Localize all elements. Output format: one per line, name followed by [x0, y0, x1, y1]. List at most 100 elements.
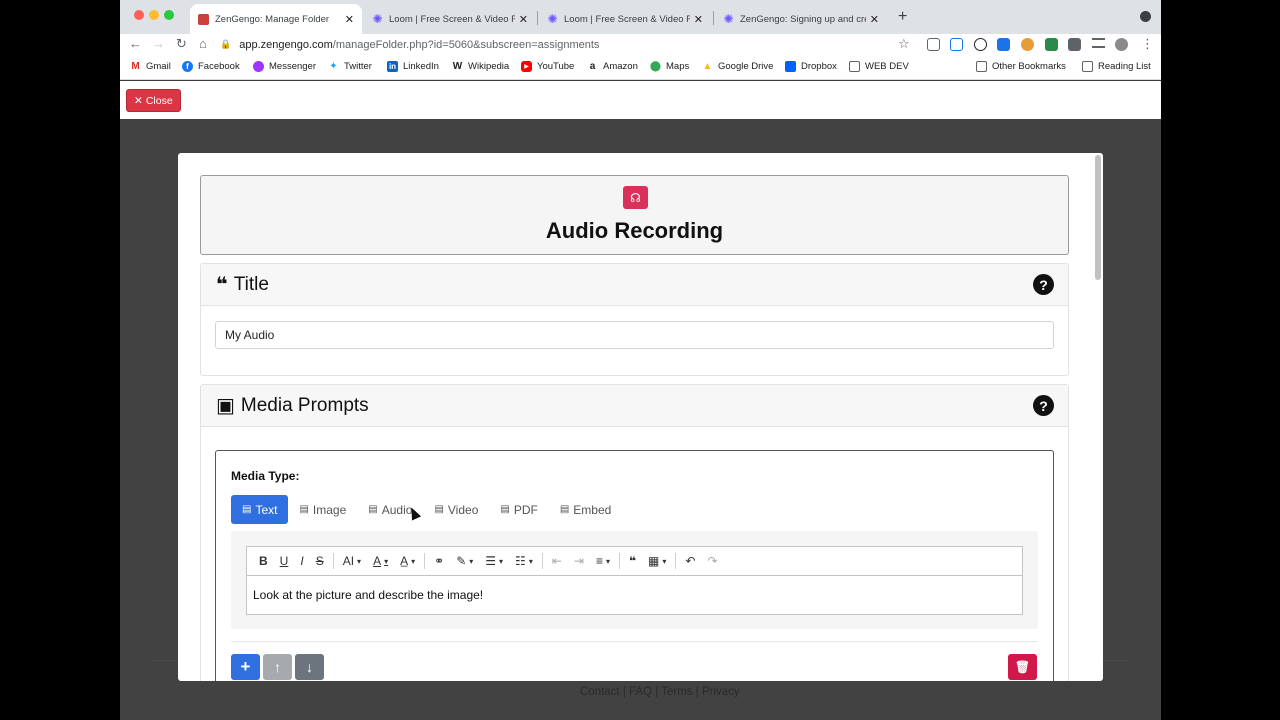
address-bar[interactable]: 🔒 app.zengengo.com/manageFolder.php?id=5…	[220, 34, 920, 55]
extension-icon[interactable]	[974, 38, 987, 51]
more-vertical-icon[interactable]: ⋮	[1141, 36, 1154, 52]
extension-icon[interactable]	[997, 38, 1010, 51]
title-section-header: ❝ Title ?	[201, 264, 1068, 306]
tab-close-icon[interactable]: ✕	[870, 13, 879, 26]
bookmark-reading-list[interactable]: Reading List	[1082, 61, 1151, 72]
file-icon: ▤	[242, 504, 252, 515]
window-minimize-control[interactable]	[149, 10, 159, 20]
media-prompts-heading: Media Prompts	[240, 394, 369, 416]
align-icon[interactable]: ≡ ▾	[590, 554, 616, 568]
url-path: /manageFolder.php?id=5060&subscreen=assi…	[332, 38, 600, 51]
bold-icon[interactable]: B	[253, 554, 274, 568]
bookmark-amazon[interactable]: a Amazon	[587, 61, 638, 72]
tab-search-icon[interactable]	[1140, 11, 1151, 22]
help-icon[interactable]: ?	[1033, 395, 1054, 416]
profile-avatar-icon[interactable]	[1115, 38, 1128, 51]
link-icon[interactable]: ⚭	[428, 554, 450, 568]
forward-arrow-icon[interactable]: →	[152, 36, 165, 51]
move-up-button[interactable]: ↑	[263, 654, 292, 680]
footer-privacy-link[interactable]: Privacy	[702, 686, 740, 698]
rich-text-editor: B U I S AI ▾ A ▾ A̲ ▾ ⚭ ✎ ▾ ☰ ▾ ☷ ▾ ⇤ ⇥ …	[246, 546, 1023, 615]
menu-lines-icon[interactable]	[1092, 38, 1105, 48]
bulleted-list-icon[interactable]: ☰ ▾	[479, 554, 509, 568]
browser-tab-loom-2[interactable]: ✺ Loom | Free Screen & Video Re ✕	[539, 4, 711, 34]
file-icon: ▤	[434, 504, 444, 515]
tab-pdf[interactable]: ▤ PDF	[489, 495, 548, 524]
highlight-icon[interactable]: ✎ ▾	[450, 554, 479, 568]
bookmark-dropbox[interactable]: Dropbox	[785, 61, 837, 72]
browser-tab-loom-1[interactable]: ✺ Loom | Free Screen & Video Re ✕	[364, 4, 536, 34]
bookmark-label: Maps	[666, 61, 690, 72]
font-color-icon[interactable]: A ▾	[367, 554, 394, 568]
font-family-icon[interactable]: A̲ ▾	[394, 554, 421, 568]
tab-video[interactable]: ▤ Video	[423, 495, 489, 524]
redo-icon[interactable]: ↷	[701, 554, 723, 568]
bookmark-web-dev[interactable]: WEB DEV	[849, 61, 909, 72]
bookmark-wikipedia[interactable]: W Wikipedia	[452, 61, 509, 72]
close-button[interactable]: ✕ Close	[126, 89, 181, 112]
bookmark-youtube[interactable]: ▶ YouTube	[521, 61, 574, 72]
reload-icon[interactable]: ↻	[176, 36, 187, 52]
underline-icon[interactable]: U	[274, 554, 295, 568]
bookmark-label: Twitter	[344, 61, 372, 72]
puzzle-icon[interactable]	[1068, 38, 1081, 51]
bookmark-maps[interactable]: ⬤ Maps	[650, 61, 689, 72]
editor-content[interactable]: Look at the picture and describe the ima…	[247, 576, 1022, 614]
help-icon[interactable]: ?	[1033, 274, 1054, 295]
bookmark-gmail[interactable]: M Gmail	[130, 61, 170, 72]
bookmark-linkedin[interactable]: in LinkedIn	[387, 61, 439, 72]
bookmark-star-icon[interactable]: ☆	[898, 36, 910, 52]
footer-terms-link[interactable]: Terms	[661, 686, 692, 698]
delete-prompt-button[interactable]: 🗑	[1008, 654, 1037, 680]
home-icon[interactable]: ⌂	[199, 36, 207, 51]
file-icon: ▤	[500, 504, 510, 515]
tab-label: ZenGengo: Signing up and cre	[740, 13, 866, 25]
tab-close-icon[interactable]: ✕	[345, 13, 354, 26]
browser-tab-zengengo-manage-folder[interactable]: ZenGengo: Manage Folder ✕	[190, 4, 362, 34]
new-tab-icon[interactable]: +	[898, 8, 907, 26]
bookmark-google-drive[interactable]: ▲ Google Drive	[702, 61, 774, 72]
extension-icon[interactable]	[1045, 38, 1058, 51]
tab-text[interactable]: ▤ Text	[231, 495, 289, 524]
undo-icon[interactable]: ↶	[679, 554, 701, 568]
strikethrough-icon[interactable]: S	[310, 554, 330, 568]
bookmark-other-bookmarks[interactable]: Other Bookmarks	[976, 61, 1066, 72]
bookmark-facebook[interactable]: f Facebook	[182, 61, 240, 72]
window-zoom-control[interactable]	[164, 10, 174, 20]
loom-icon: ✺	[723, 12, 734, 26]
back-arrow-icon[interactable]: ←	[129, 36, 142, 51]
audio-recording-icon: ☊	[623, 186, 648, 209]
folder-icon	[976, 61, 987, 72]
extension-icon[interactable]	[950, 38, 963, 51]
tab-embed[interactable]: ▤ Embed	[549, 495, 622, 524]
toolbar-separator	[424, 553, 426, 569]
numbered-list-icon[interactable]: ☷ ▾	[509, 554, 539, 568]
italic-icon[interactable]: I	[294, 554, 309, 568]
media-type-label: Media Type:	[231, 469, 300, 483]
extension-icon[interactable]	[927, 38, 940, 51]
add-prompt-button[interactable]: +	[231, 654, 260, 680]
tab-separator	[713, 11, 714, 25]
tab-close-icon[interactable]: ✕	[519, 13, 528, 26]
move-down-button[interactable]: ↓	[295, 654, 324, 680]
bookmark-messenger[interactable]: Messenger	[253, 61, 316, 72]
font-size-icon[interactable]: AI ▾	[337, 554, 367, 568]
browser-tab-zengengo-signing-up[interactable]: ✺ ZenGengo: Signing up and cre ✕	[715, 4, 887, 34]
tab-image[interactable]: ▤ Image	[288, 495, 357, 524]
footer-faq-link[interactable]: FAQ	[629, 686, 652, 698]
title-section-heading: Title	[233, 273, 269, 295]
outdent-icon[interactable]: ⇤	[546, 554, 568, 568]
bookmark-twitter[interactable]: ✦ Twitter	[328, 61, 372, 72]
indent-icon[interactable]: ⇥	[568, 554, 590, 568]
bookmark-label: Other Bookmarks	[992, 61, 1066, 72]
modal-scrollbar[interactable]	[1095, 155, 1101, 280]
bookmark-label: Amazon	[603, 61, 638, 72]
extension-icon[interactable]	[1021, 38, 1034, 51]
tab-close-icon[interactable]: ✕	[694, 13, 703, 26]
window-close-control[interactable]	[134, 10, 144, 20]
table-icon[interactable]: ▦ ▾	[642, 554, 672, 568]
linkedin-icon: in	[387, 61, 398, 72]
blockquote-icon[interactable]: ❝	[623, 554, 642, 568]
footer-contact-link[interactable]: Contact	[580, 686, 620, 698]
title-input[interactable]	[215, 321, 1054, 349]
